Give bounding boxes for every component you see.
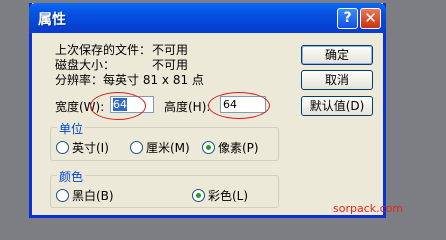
- height-annotation-ellipse: [208, 92, 270, 119]
- unit-pixel-label: 像素(P): [218, 141, 259, 155]
- height-label: 高度(H):: [164, 100, 211, 114]
- default-button[interactable]: 默认值(D): [301, 96, 373, 116]
- unit-cm-radio[interactable]: 厘米(M): [130, 139, 190, 156]
- width-annotation-ellipse: [90, 92, 146, 120]
- properties-dialog: 属性 ? ✕ 上次保存的文件： 不可用 磁盘大小： 不可用 分辨率：每英寸 81…: [29, 3, 386, 218]
- units-group-title: 单位: [57, 120, 86, 137]
- dialog-title: 属性: [38, 12, 66, 28]
- resolution-text: 分辨率：每英寸 81 x 81 点: [55, 73, 204, 87]
- unit-inch-radio[interactable]: 英寸(I): [56, 139, 109, 156]
- unit-inch-label: 英寸(I): [72, 141, 109, 155]
- unit-cm-label: 厘米(M): [146, 141, 190, 155]
- close-button[interactable]: ✕: [360, 8, 381, 29]
- radio-unchecked-icon: [56, 141, 69, 154]
- ok-button[interactable]: 确定: [301, 45, 373, 65]
- color-bw-label: 黑白(B): [72, 189, 114, 203]
- color-color-radio[interactable]: 彩色(L): [192, 187, 248, 204]
- radio-checked-icon: [202, 141, 215, 154]
- units-group: 单位 英寸(I) 厘米(M) 像素(P): [50, 120, 279, 161]
- colors-group: 颜色 黑白(B) 彩色(L): [50, 168, 279, 208]
- colors-group-title: 颜色: [57, 168, 86, 185]
- watermark-text: sorpack.com: [333, 202, 404, 215]
- radio-unchecked-icon: [56, 189, 69, 202]
- help-button[interactable]: ?: [337, 8, 358, 29]
- radio-unchecked-icon: [130, 141, 143, 154]
- radio-checked-icon: [192, 189, 205, 202]
- unit-pixel-radio[interactable]: 像素(P): [202, 139, 259, 156]
- title-bar[interactable]: 属性 ? ✕: [29, 3, 386, 33]
- color-bw-radio[interactable]: 黑白(B): [56, 187, 114, 204]
- cancel-button[interactable]: 取消: [301, 70, 373, 90]
- color-color-label: 彩色(L): [208, 189, 249, 203]
